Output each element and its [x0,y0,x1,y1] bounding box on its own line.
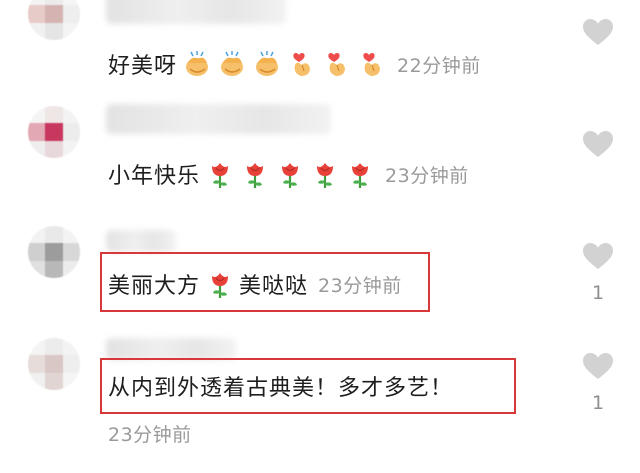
avatar[interactable] [28,106,80,158]
rose-emoji [310,159,340,189]
like-button[interactable] [580,130,616,170]
rose-emoji [345,159,375,189]
like-button[interactable]: 1 [580,242,616,304]
username-blurred[interactable] [106,104,331,134]
username-blurred[interactable] [106,0,286,24]
comment-time: 23分钟前 [108,424,192,446]
comment-text: 好美呀 [108,54,178,79]
like-count: 1 [591,282,605,304]
comment-list: 好美呀 22分钟前 小年快乐 23分钟前 美丽大方 美哒哒 23分钟前 1 从内… [0,0,640,473]
heart-icon [583,19,613,45]
heart-icon [583,353,613,379]
heart-icon [583,243,613,269]
comment-time: 23分钟前 [318,274,402,297]
comment-text: 美哒哒 [239,274,309,299]
clap-emoji [182,49,212,79]
finger-heart-emoji [322,49,352,79]
comment-3-line: 美丽大方 美哒哒 23分钟前 [108,268,402,300]
avatar[interactable] [28,338,80,390]
comment-time: 23分钟前 [385,164,469,187]
comment-text: 小年快乐 [108,164,201,189]
like-button[interactable] [580,18,616,58]
avatar[interactable] [28,226,80,278]
comment-2-line: 小年快乐 23分钟前 [108,158,469,190]
rose-emoji [240,159,270,189]
avatar[interactable] [28,0,80,40]
finger-heart-emoji [287,49,317,79]
heart-icon [583,131,613,157]
finger-heart-emoji [357,49,387,79]
rose-emoji [205,159,235,189]
comment-time: 22分钟前 [397,54,481,77]
rose-emoji [205,269,235,299]
clap-emoji [217,49,247,79]
rose-emoji [275,159,305,189]
clap-emoji [252,49,282,79]
comment-1-line: 好美呀 22分钟前 [108,48,481,80]
username-blurred[interactable] [106,230,176,252]
like-button[interactable]: 1 [580,352,616,414]
username-blurred[interactable] [106,338,236,360]
like-count: 1 [591,392,605,414]
comment-text: 从内到外透着古典美！多才多艺！ [108,376,454,401]
comment-4-line: 从内到外透着古典美！多才多艺！ [108,370,453,402]
comment-text: 美丽大方 [108,274,201,299]
